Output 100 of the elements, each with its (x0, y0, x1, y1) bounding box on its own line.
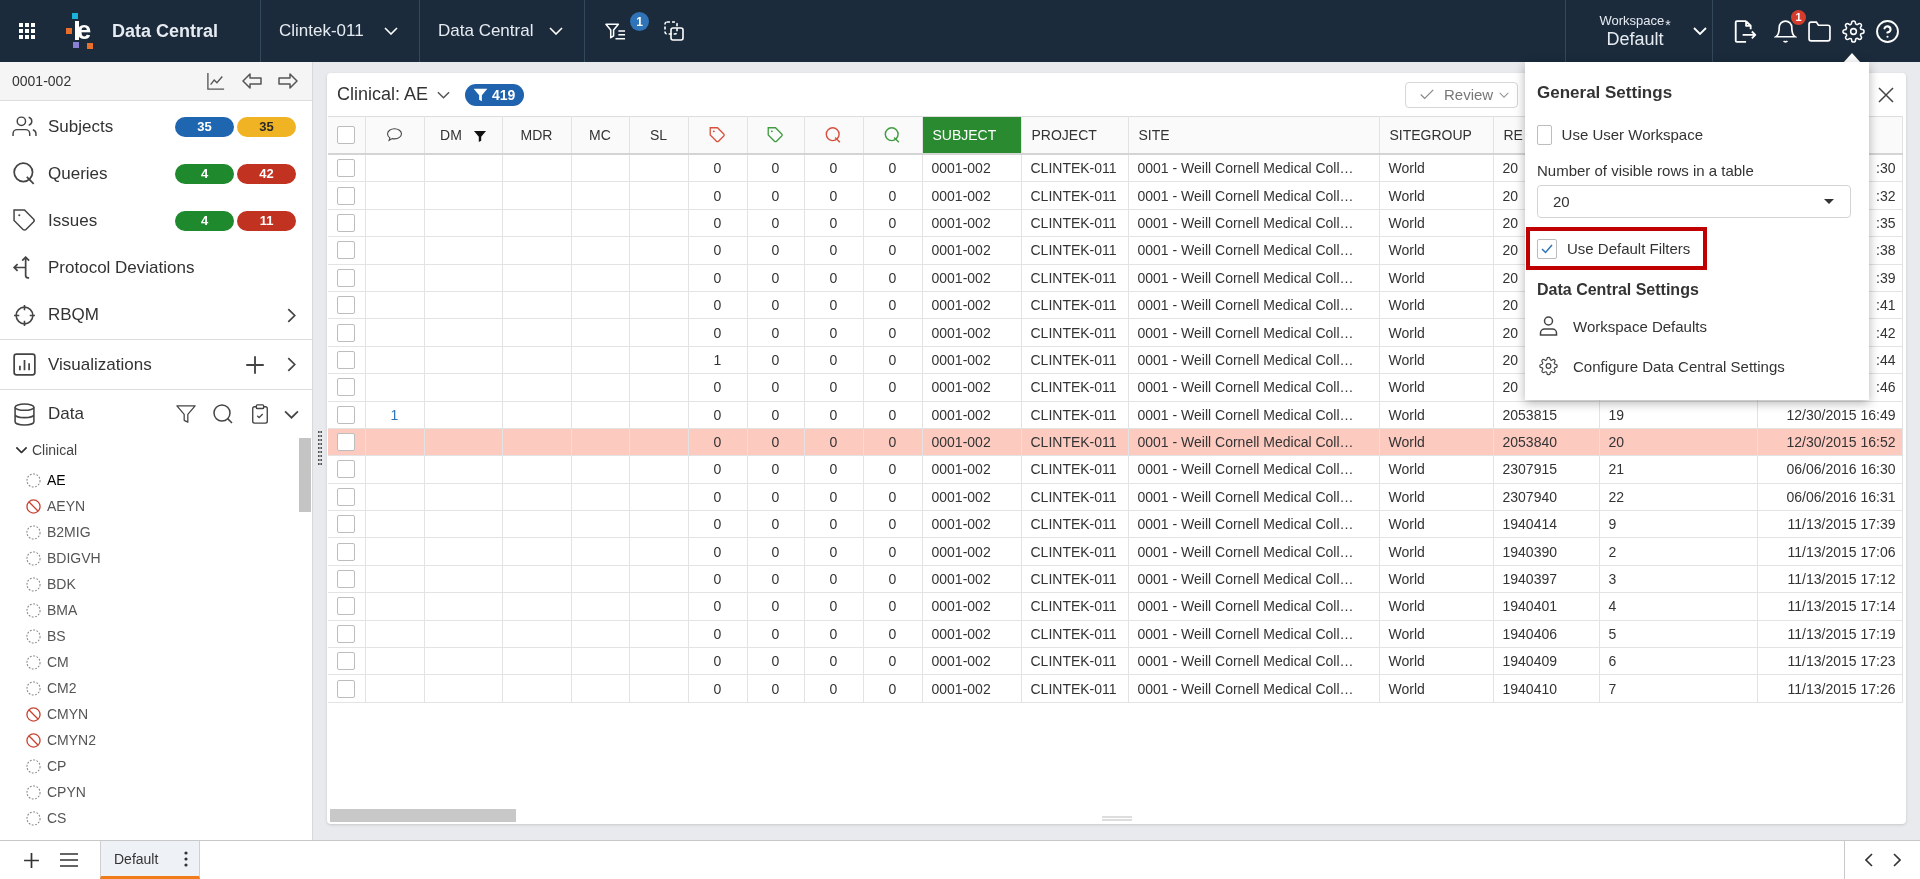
row-checkbox[interactable] (337, 542, 356, 561)
chevron-down-icon[interactable] (15, 446, 28, 454)
back-arrow-icon[interactable] (242, 72, 262, 90)
close-icon[interactable] (1878, 86, 1894, 103)
review-button[interactable]: Review (1405, 81, 1518, 108)
clipboard-check-icon[interactable] (250, 404, 270, 424)
tree-item[interactable]: CS (47, 810, 67, 826)
tree-item[interactable]: B2MIG (47, 524, 91, 540)
resize-grip-icon[interactable] (1101, 816, 1132, 821)
filter-list-icon[interactable] (605, 22, 626, 40)
column-header[interactable]: DM (424, 117, 502, 153)
row-checkbox[interactable] (337, 405, 356, 424)
line-chart-icon[interactable] (206, 72, 226, 90)
table-row[interactable]: 0 0 0 0 0001-002 CLINTEK-011 0001 - Weill Cornell Medical Coll… World 2307940 22 06/06/2016 16:31 (328, 483, 1902, 511)
column-header[interactable]: MC (571, 117, 629, 153)
table-row[interactable]: 0 0 0 0 0001-002 CLINTEK-011 0001 - Weill Cornell Medical Coll… World 1940390 2 11/13/2015 17:06 (328, 537, 1902, 566)
table-row[interactable]: 0 0 0 0 0001-002 CLINTEK-011 0001 - Weill Cornell Medical Coll… World 1940409 6 11/13/2015 17:23 (328, 647, 1902, 675)
column-header[interactable]: SITE (1128, 117, 1379, 153)
tag-icon[interactable] (709, 127, 726, 143)
tree-item[interactable]: CM2 (47, 680, 77, 696)
chevron-left-icon[interactable] (1865, 853, 1873, 867)
table-row[interactable]: 0 0 0 0 0001-002 CLINTEK-011 0001 - Weill Cornell Medical Coll… World 1940397 3 11/13/2015 17:12 (328, 565, 1902, 593)
checkbox[interactable] (1537, 124, 1552, 145)
tree-item[interactable]: CPYN (47, 784, 86, 800)
filter-icon[interactable] (176, 404, 196, 424)
tree-item[interactable]: CMYN2 (47, 732, 96, 748)
table-row[interactable]: 0 0 0 0 0001-002 CLINTEK-011 0001 - Weill Cornell Medical Coll… World 2307915 21 06/06/2016 16:30 (328, 455, 1902, 484)
filter-count-button[interactable]: 419 (465, 83, 525, 106)
table-row[interactable]: 0 0 0 0 0001-002 CLINTEK-011 0001 - Weill Cornell Medical Coll… World 1940406 5 11/13/2015 17:19 (328, 620, 1902, 648)
settings-icon[interactable] (1842, 19, 1865, 43)
row-checkbox[interactable] (337, 597, 356, 616)
tree-item[interactable]: CM (47, 654, 69, 670)
column-header[interactable]: PROJECT (1021, 117, 1128, 153)
kebab-menu-icon[interactable] (184, 850, 188, 867)
copy-icon[interactable] (664, 21, 684, 41)
nav-label[interactable]: Protocol Deviations (48, 257, 296, 278)
row-checkbox[interactable] (337, 433, 356, 452)
row-checkbox[interactable] (337, 460, 356, 479)
nav-label[interactable]: RBQM (48, 305, 287, 325)
select-all-checkbox[interactable] (337, 126, 356, 144)
row-checkbox[interactable] (337, 350, 356, 369)
row-checkbox[interactable] (337, 487, 356, 506)
nav-label[interactable]: Issues (48, 210, 175, 231)
plus-icon[interactable] (23, 851, 40, 869)
tree-item[interactable]: CMYN (47, 706, 89, 722)
tree-folder[interactable]: Clinical (32, 442, 78, 458)
scrollbar-thumb[interactable] (299, 438, 311, 512)
table-row[interactable]: 0 0 0 0 0001-002 CLINTEK-011 0001 - Weill Cornell Medical Coll… World 1940410 7 11/13/2015 17:26 (328, 674, 1902, 703)
row-checkbox[interactable] (337, 296, 356, 315)
comment-count-link[interactable]: 1 (390, 406, 399, 423)
tree-item[interactable]: AE (47, 472, 66, 488)
chevron-down-icon[interactable] (284, 409, 299, 419)
chevron-down-icon[interactable] (437, 90, 451, 99)
search-icon[interactable] (213, 404, 233, 424)
table-row[interactable]: 0 0 0 0 0001-002 CLINTEK-011 0001 - Weill Cornell Medical Coll… World 2053840 20 12/30/2015 16:52 (328, 428, 1902, 456)
tree-item[interactable]: CP (47, 758, 67, 774)
comment-icon[interactable] (386, 127, 403, 143)
table-row[interactable]: 0 0 0 0 0001-002 CLINTEK-011 0001 - Weill Cornell Medical Coll… World 1940401 4 11/13/2015 17:14 (328, 592, 1902, 621)
chevron-right-icon[interactable] (287, 357, 296, 372)
chevron-right-icon[interactable] (1893, 853, 1901, 867)
row-checkbox[interactable] (337, 213, 356, 232)
forward-arrow-icon[interactable] (278, 72, 298, 90)
filter-icon[interactable] (473, 131, 486, 142)
row-checkbox[interactable] (337, 679, 356, 698)
query-icon[interactable] (884, 127, 901, 143)
row-checkbox[interactable] (337, 323, 356, 342)
column-header[interactable]: SUBJECT (922, 117, 1021, 153)
column-header[interactable]: SITEGROUP (1379, 117, 1493, 153)
checkbox-label[interactable]: Use User Workspace (1561, 126, 1703, 143)
row-checkbox[interactable] (337, 159, 356, 178)
table-row[interactable]: 0 0 0 0 0001-002 CLINTEK-011 0001 - Weill Cornell Medical Coll… World 1940414 9 11/13/2015 17:39 (328, 510, 1902, 538)
tree-item[interactable]: BDK (47, 576, 76, 592)
chevron-right-icon[interactable] (287, 307, 296, 323)
export-document-icon[interactable] (1734, 19, 1757, 43)
row-checkbox[interactable] (337, 624, 356, 643)
notification-bell-icon[interactable] (1774, 19, 1797, 43)
splitter-handle-icon[interactable] (318, 431, 322, 465)
row-checkbox[interactable] (337, 570, 356, 589)
row-checkbox[interactable] (337, 378, 356, 397)
row-checkbox[interactable] (337, 241, 356, 260)
row-checkbox[interactable] (337, 186, 356, 205)
column-header[interactable]: SL (629, 117, 688, 153)
column-header[interactable]: MDR (502, 117, 571, 153)
tree-item[interactable]: BMA (47, 602, 78, 618)
tree-item[interactable]: AEYN (47, 498, 86, 514)
nav-label[interactable]: Visualizations (48, 354, 245, 375)
plus-icon[interactable] (245, 354, 265, 375)
checkbox[interactable] (1537, 238, 1557, 259)
tree-item[interactable]: BDIGVH (47, 550, 101, 566)
tree-item[interactable]: BS (47, 628, 66, 644)
row-checkbox[interactable] (337, 268, 356, 287)
table-row[interactable]: 1 0 0 0 0 0001-002 CLINTEK-011 0001 - Weill Cornell Medical Coll… World 2053815 19 12/30/2015 16:49 (328, 401, 1902, 429)
nav-label[interactable]: Subjects (48, 116, 175, 137)
help-icon[interactable] (1876, 19, 1899, 43)
nav-label[interactable]: Queries (48, 163, 175, 184)
workspace-tab[interactable]: Default (100, 841, 200, 879)
query-icon[interactable] (825, 127, 842, 143)
row-checkbox[interactable] (337, 515, 356, 534)
folder-icon[interactable] (1808, 19, 1831, 43)
tag-icon[interactable] (767, 127, 784, 143)
